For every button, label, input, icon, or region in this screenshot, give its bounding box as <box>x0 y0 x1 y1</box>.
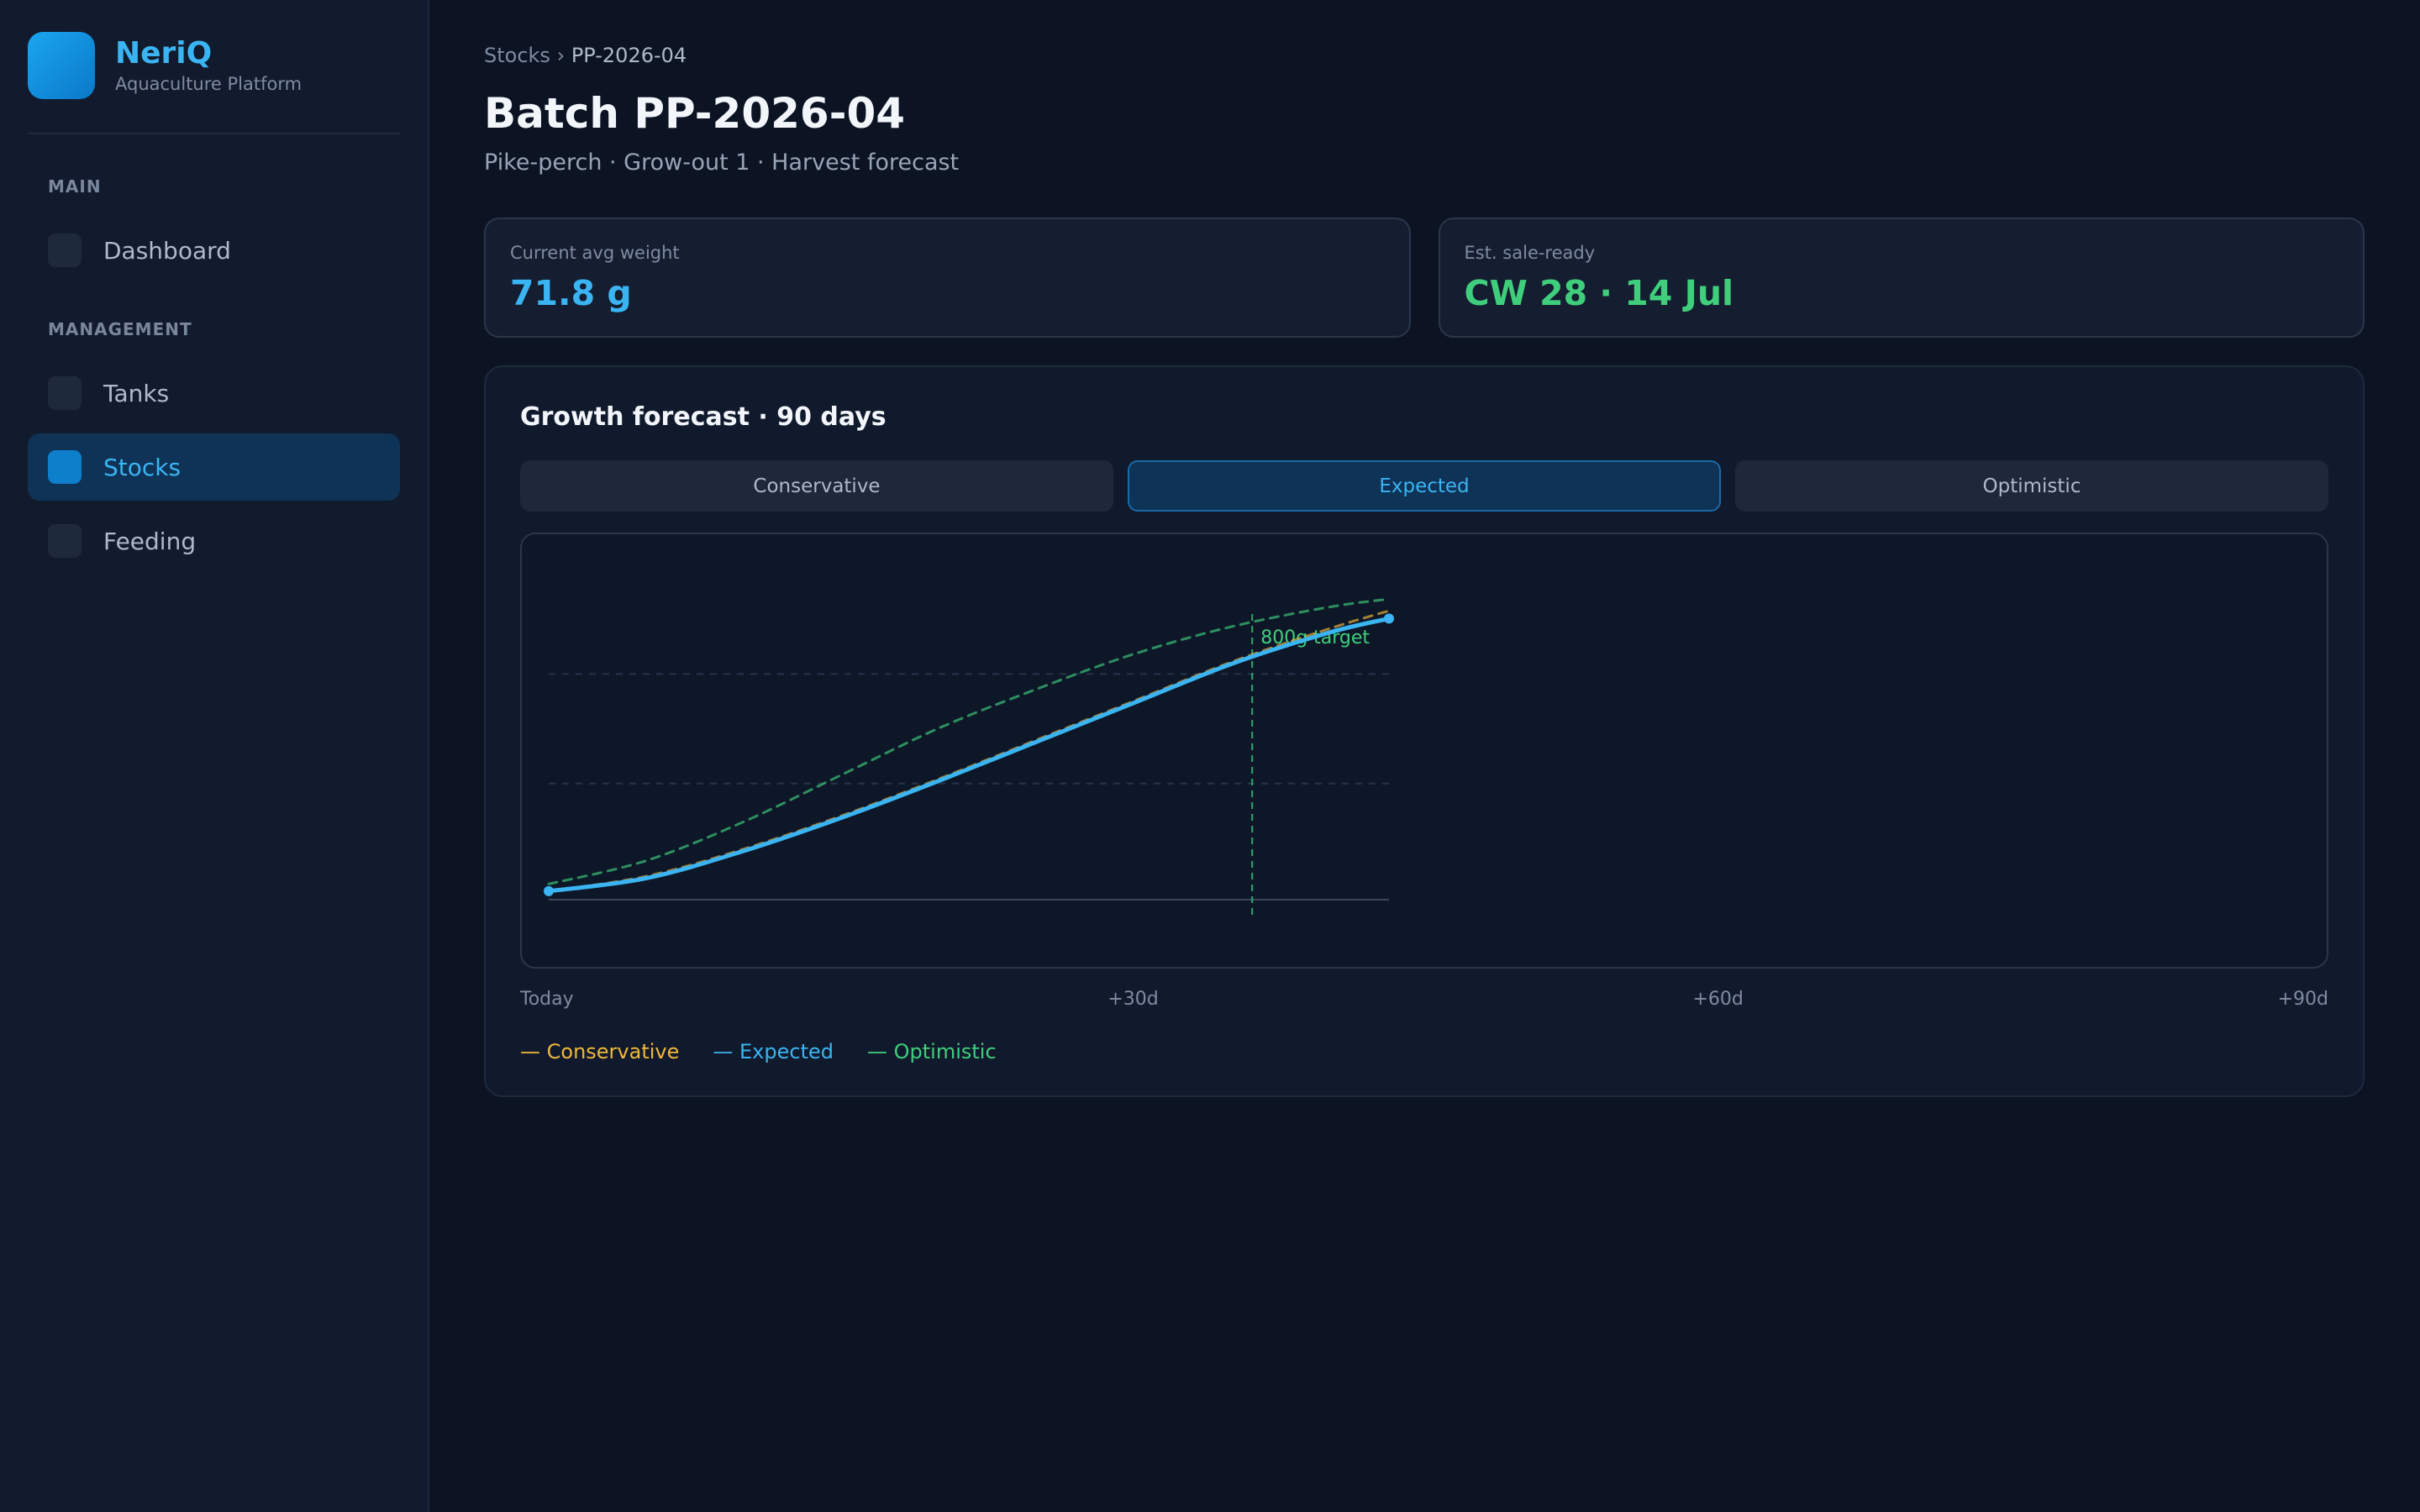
legend-item-optimistic[interactable]: — Optimistic <box>867 1040 997 1063</box>
stat-value: 71.8 g <box>510 273 632 313</box>
stat-label: Current avg weight <box>510 243 680 263</box>
brand-subtitle: Aquaculture Platform <box>115 73 302 94</box>
tab-optimistic[interactable]: Optimistic <box>1735 460 2328 512</box>
chart-legend: — Conservative — Expected — Optimistic <box>520 1040 2328 1063</box>
feeding-icon <box>48 524 82 558</box>
brand-logo-icon <box>28 32 95 99</box>
growth-chart-svg: 800g target <box>544 597 1394 918</box>
main-content: Stocks › PP-2026-04 Batch PP-2026-04 Pik… <box>429 0 2420 1512</box>
x-axis-labels: Today +30d +60d +90d <box>520 989 2328 1010</box>
stat-value: CW 28 · 14 Jul <box>1464 273 1734 313</box>
brand-text: NeriQ Aquaculture Platform <box>115 37 302 94</box>
sidebar-item-tanks[interactable]: Tanks <box>28 360 400 427</box>
tab-conservative[interactable]: Conservative <box>520 460 1113 512</box>
tanks-icon <box>48 376 82 410</box>
sidebar-item-label: Dashboard <box>103 236 231 265</box>
sidebar: NeriQ Aquaculture Platform MAIN Dashboar… <box>0 0 429 1512</box>
sidebar-item-label: Tanks <box>103 379 170 407</box>
brand: NeriQ Aquaculture Platform <box>28 32 400 134</box>
stat-card-sale-ready: Est. sale-ready CW 28 · 14 Jul <box>1438 218 2365 338</box>
sidebar-item-label: Stocks <box>103 453 182 481</box>
breadcrumb: Stocks › PP-2026-04 <box>484 44 2365 67</box>
series-point-start <box>544 885 554 896</box>
page-title: Batch PP-2026-04 <box>484 89 906 138</box>
legend-item-expected[interactable]: — Expected <box>713 1040 834 1063</box>
tab-expected[interactable]: Expected <box>1128 460 1721 512</box>
stat-card-avg-weight: Current avg weight 71.8 g <box>484 218 1411 338</box>
sidebar-item-stocks[interactable]: Stocks <box>28 433 400 501</box>
series-point-end <box>1384 613 1394 624</box>
breadcrumb-current: PP-2026-04 <box>571 44 687 67</box>
forecast-title: Growth forecast · 90 days <box>520 402 886 432</box>
stats-row: Current avg weight 71.8 g Est. sale-read… <box>484 218 2365 338</box>
breadcrumb-parent[interactable]: Stocks <box>484 44 550 67</box>
dashboard-icon <box>48 234 82 267</box>
x-tick-label: +30d <box>1107 989 1159 1010</box>
nav-section-main: MAIN <box>48 176 102 197</box>
breadcrumb-separator: › <box>556 44 566 67</box>
nav-section-management: MANAGEMENT <box>48 319 192 339</box>
x-tick-label: +60d <box>1692 989 1744 1010</box>
growth-chart: 800g target <box>520 533 2328 969</box>
x-tick-label: +90d <box>2277 989 2328 1010</box>
page-subtitle: Pike-perch · Grow-out 1 · Harvest foreca… <box>484 150 960 176</box>
sidebar-item-dashboard[interactable]: Dashboard <box>28 217 400 284</box>
sidebar-item-feeding[interactable]: Feeding <box>28 507 400 575</box>
stat-label: Est. sale-ready <box>1464 243 1596 263</box>
legend-item-conservative[interactable]: — Conservative <box>520 1040 679 1063</box>
scenario-tabs: Conservative Expected Optimistic <box>520 460 2328 512</box>
sidebar-item-label: Feeding <box>103 527 197 555</box>
app-root: NeriQ Aquaculture Platform MAIN Dashboar… <box>0 0 2420 1512</box>
forecast-card: Growth forecast · 90 days Conservative E… <box>484 365 2365 1097</box>
brand-name: NeriQ <box>115 36 213 71</box>
x-tick-label: Today <box>520 989 574 1010</box>
stocks-icon <box>48 450 82 484</box>
series-line-expected <box>546 616 1392 894</box>
